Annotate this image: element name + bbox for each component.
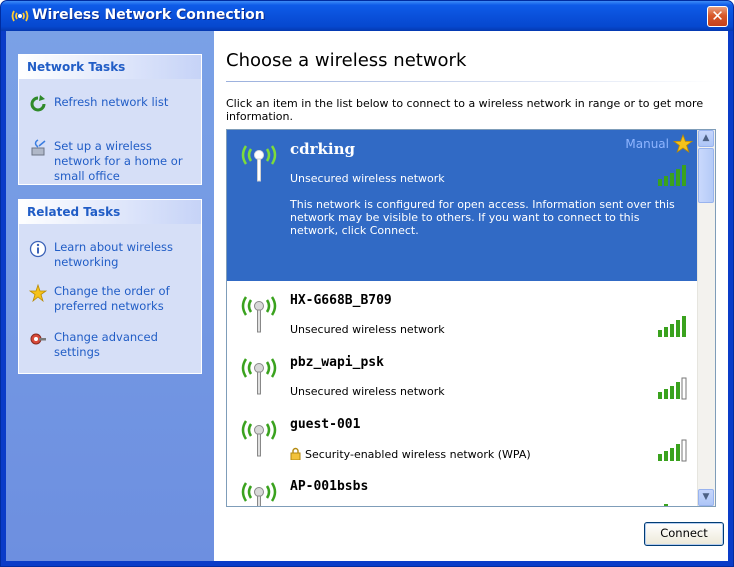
task-sidebar: Network Tasks Refresh network list Set u… <box>6 31 214 561</box>
antenna-icon <box>241 296 277 333</box>
refresh-icon <box>30 95 46 112</box>
network-status: Security-enabled wireless network (WPA) <box>290 447 531 461</box>
close-icon: ✕ <box>711 7 724 25</box>
network-name: guest-001 <box>290 417 361 432</box>
manual-badge: Manual <box>625 137 669 151</box>
signal-strength-icon <box>664 504 668 506</box>
page-title: Choose a wireless network <box>226 50 467 71</box>
chevron-down-icon: ▼ <box>702 492 710 502</box>
scrollbar-thumb[interactable] <box>698 148 714 203</box>
network-description: This network is configured for open acce… <box>290 198 675 237</box>
related-tasks-pane: Related Tasks Learn about wireless netwo… <box>18 199 202 374</box>
network-list-scrollbar[interactable]: ▲ ▼ <box>697 130 715 506</box>
close-button[interactable]: ✕ <box>707 6 728 27</box>
network-item-ap-001bsbs[interactable]: AP-001bsbs <box>227 467 699 506</box>
network-tasks-header: Network Tasks <box>19 55 201 79</box>
network-tasks-pane: Network Tasks Refresh network list Set u… <box>18 54 202 185</box>
signal-strength-icon <box>658 377 687 400</box>
change-advanced-settings-label: Change advanced settings <box>54 330 158 359</box>
learn-about-wireless-label: Learn about wireless networking <box>54 240 174 269</box>
network-name: AP-001bsbs <box>290 479 369 494</box>
heading-divider <box>226 81 718 82</box>
scroll-up-button[interactable]: ▲ <box>698 130 714 147</box>
signal-strength-icon <box>658 165 686 186</box>
settings-icon <box>30 333 46 345</box>
title-bar[interactable]: Wireless Network Connection ✕ <box>1 1 733 31</box>
antenna-icon <box>241 145 277 182</box>
network-item-hx-g668b-b709[interactable]: HX-G668B_B709 Unsecured wireless network <box>227 281 699 343</box>
wireless-connection-window: Wireless Network Connection ✕ Network Ta… <box>0 0 734 567</box>
change-preferred-order-label: Change the order of preferred networks <box>54 284 170 313</box>
network-status: Unsecured wireless network <box>290 323 445 336</box>
network-item-guest-001[interactable]: guest-001 Security-enabled wireless netw… <box>227 405 699 467</box>
setup-wireless-network-label: Set up a wireless network for a home or … <box>54 139 183 183</box>
network-item-pbz-wapi-psk[interactable]: pbz_wapi_psk Unsecured wireless network <box>227 343 699 405</box>
network-item-cdrking[interactable]: cdrking Manual Unsecured wireless networ… <box>227 130 699 281</box>
main-content: Choose a wireless network Click an item … <box>214 31 728 561</box>
network-status: Unsecured wireless network <box>290 385 445 398</box>
connect-button[interactable]: Connect <box>644 522 724 546</box>
window-title: Wireless Network Connection <box>32 7 265 23</box>
network-status: Unsecured wireless network <box>290 172 445 185</box>
instructions-text: Click an item in the list below to conne… <box>226 97 704 123</box>
setup-wireless-icon <box>31 139 46 156</box>
scroll-down-button[interactable]: ▼ <box>698 489 714 506</box>
network-name: cdrking <box>290 140 356 158</box>
antenna-icon <box>241 358 277 395</box>
lock-icon <box>290 447 301 460</box>
antenna-icon <box>241 482 277 506</box>
network-name: pbz_wapi_psk <box>290 355 384 370</box>
refresh-network-list-label: Refresh network list <box>54 95 169 109</box>
star-icon <box>673 134 693 154</box>
signal-strength-icon <box>658 439 687 462</box>
related-tasks-header: Related Tasks <box>19 200 201 224</box>
info-icon <box>29 240 47 258</box>
antenna-icon <box>241 420 277 457</box>
chevron-up-icon: ▲ <box>702 133 710 143</box>
star-icon <box>29 284 47 302</box>
network-name: HX-G668B_B709 <box>290 293 392 308</box>
signal-strength-icon <box>658 316 686 337</box>
wireless-network-list[interactable]: cdrking Manual Unsecured wireless networ… <box>226 129 716 507</box>
wireless-network-icon <box>11 10 29 22</box>
network-status-text: Security-enabled wireless network (WPA) <box>305 448 531 461</box>
window-client-area: Network Tasks Refresh network list Set u… <box>6 31 728 561</box>
